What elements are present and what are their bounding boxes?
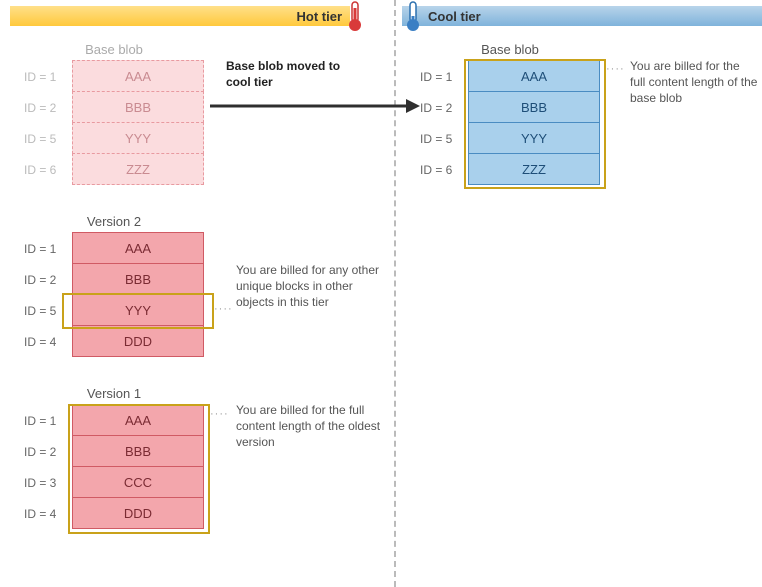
- annotation-v2: You are billed for any other unique bloc…: [236, 262, 386, 311]
- callout-dots: ····: [214, 303, 233, 315]
- diagram-stage: Hot tier Cool tier Base blob ID = 1AAA I…: [0, 0, 762, 587]
- id-cell: ID = 4: [24, 326, 72, 357]
- id-cell: ID = 2: [420, 92, 468, 123]
- tier-divider: [394, 0, 396, 587]
- block-cell: AAA: [72, 404, 204, 436]
- block-cell: DDD: [72, 325, 204, 357]
- table-row: ID = 4DDD: [24, 498, 204, 529]
- annotation-cool: You are billed for the full content leng…: [630, 58, 758, 107]
- id-cell: ID = 6: [24, 154, 72, 185]
- id-cell: ID = 6: [420, 154, 468, 185]
- table-row: ID = 1AAA: [24, 405, 204, 436]
- block-cell: AAA: [468, 60, 600, 92]
- table-row: ID = 5YYY: [24, 295, 204, 326]
- table-row: ID = 2BBB: [24, 436, 204, 467]
- table-title: Version 2: [24, 214, 204, 229]
- hot-version1-table: Version 1 ID = 1AAA ID = 2BBB ID = 3CCC …: [24, 386, 204, 529]
- block-cell: ZZZ: [468, 153, 600, 185]
- annotation-v1: You are billed for the full content leng…: [236, 402, 386, 451]
- hot-version2-table: Version 2 ID = 1AAA ID = 2BBB ID = 5YYY …: [24, 214, 204, 357]
- id-cell: ID = 2: [24, 436, 72, 467]
- block-cell: BBB: [72, 91, 204, 123]
- table-row: ID = 5YYY: [24, 123, 204, 154]
- table-title: Base blob: [420, 42, 600, 57]
- id-cell: ID = 3: [24, 467, 72, 498]
- table-row: ID = 1AAA: [24, 233, 204, 264]
- thermometer-cool-icon: [404, 0, 422, 32]
- callout-dots: ····: [606, 63, 625, 75]
- cool-tier-header: Cool tier: [402, 6, 762, 26]
- block-cell: BBB: [72, 263, 204, 295]
- block-cell: AAA: [72, 60, 204, 92]
- id-cell: ID = 5: [24, 295, 72, 326]
- id-cell: ID = 1: [420, 61, 468, 92]
- table-row: ID = 1AAA: [24, 61, 204, 92]
- id-cell: ID = 2: [24, 92, 72, 123]
- table-row: ID = 4DDD: [24, 326, 204, 357]
- id-cell: ID = 5: [420, 123, 468, 154]
- table-row: ID = 5YYY: [420, 123, 600, 154]
- id-cell: ID = 2: [24, 264, 72, 295]
- block-cell: CCC: [72, 466, 204, 498]
- cool-tier-label: Cool tier: [428, 9, 481, 24]
- table-title: Version 1: [24, 386, 204, 401]
- id-cell: ID = 1: [24, 405, 72, 436]
- id-cell: ID = 5: [24, 123, 72, 154]
- block-cell: DDD: [72, 497, 204, 529]
- block-cell: BBB: [468, 91, 600, 123]
- table-title: Base blob: [24, 42, 204, 57]
- arrow-icon: [210, 96, 420, 116]
- hot-base-blob-table: Base blob ID = 1AAA ID = 2BBB ID = 5YYY …: [24, 42, 204, 185]
- table-row: ID = 6ZZZ: [420, 154, 600, 185]
- cool-base-blob-table: Base blob ID = 1AAA ID = 2BBB ID = 5YYY …: [420, 42, 600, 185]
- block-cell: AAA: [72, 232, 204, 264]
- hot-tier-label: Hot tier: [297, 9, 343, 24]
- id-cell: ID = 1: [24, 61, 72, 92]
- table-row: ID = 2BBB: [24, 264, 204, 295]
- id-cell: ID = 4: [24, 498, 72, 529]
- table-row: ID = 6ZZZ: [24, 154, 204, 185]
- table-row: ID = 3CCC: [24, 467, 204, 498]
- callout-dots: ····: [210, 408, 229, 420]
- hot-tier-header: Hot tier: [10, 6, 350, 26]
- thermometer-hot-icon: [346, 0, 364, 32]
- id-cell: ID = 1: [24, 233, 72, 264]
- move-label: Base blob moved to cool tier: [226, 58, 366, 90]
- block-cell: BBB: [72, 435, 204, 467]
- table-row: ID = 2BBB: [420, 92, 600, 123]
- table-row: ID = 1AAA: [420, 61, 600, 92]
- table-row: ID = 2BBB: [24, 92, 204, 123]
- block-cell: YYY: [72, 122, 204, 154]
- block-cell: YYY: [468, 122, 600, 154]
- block-cell: YYY: [72, 294, 204, 326]
- block-cell: ZZZ: [72, 153, 204, 185]
